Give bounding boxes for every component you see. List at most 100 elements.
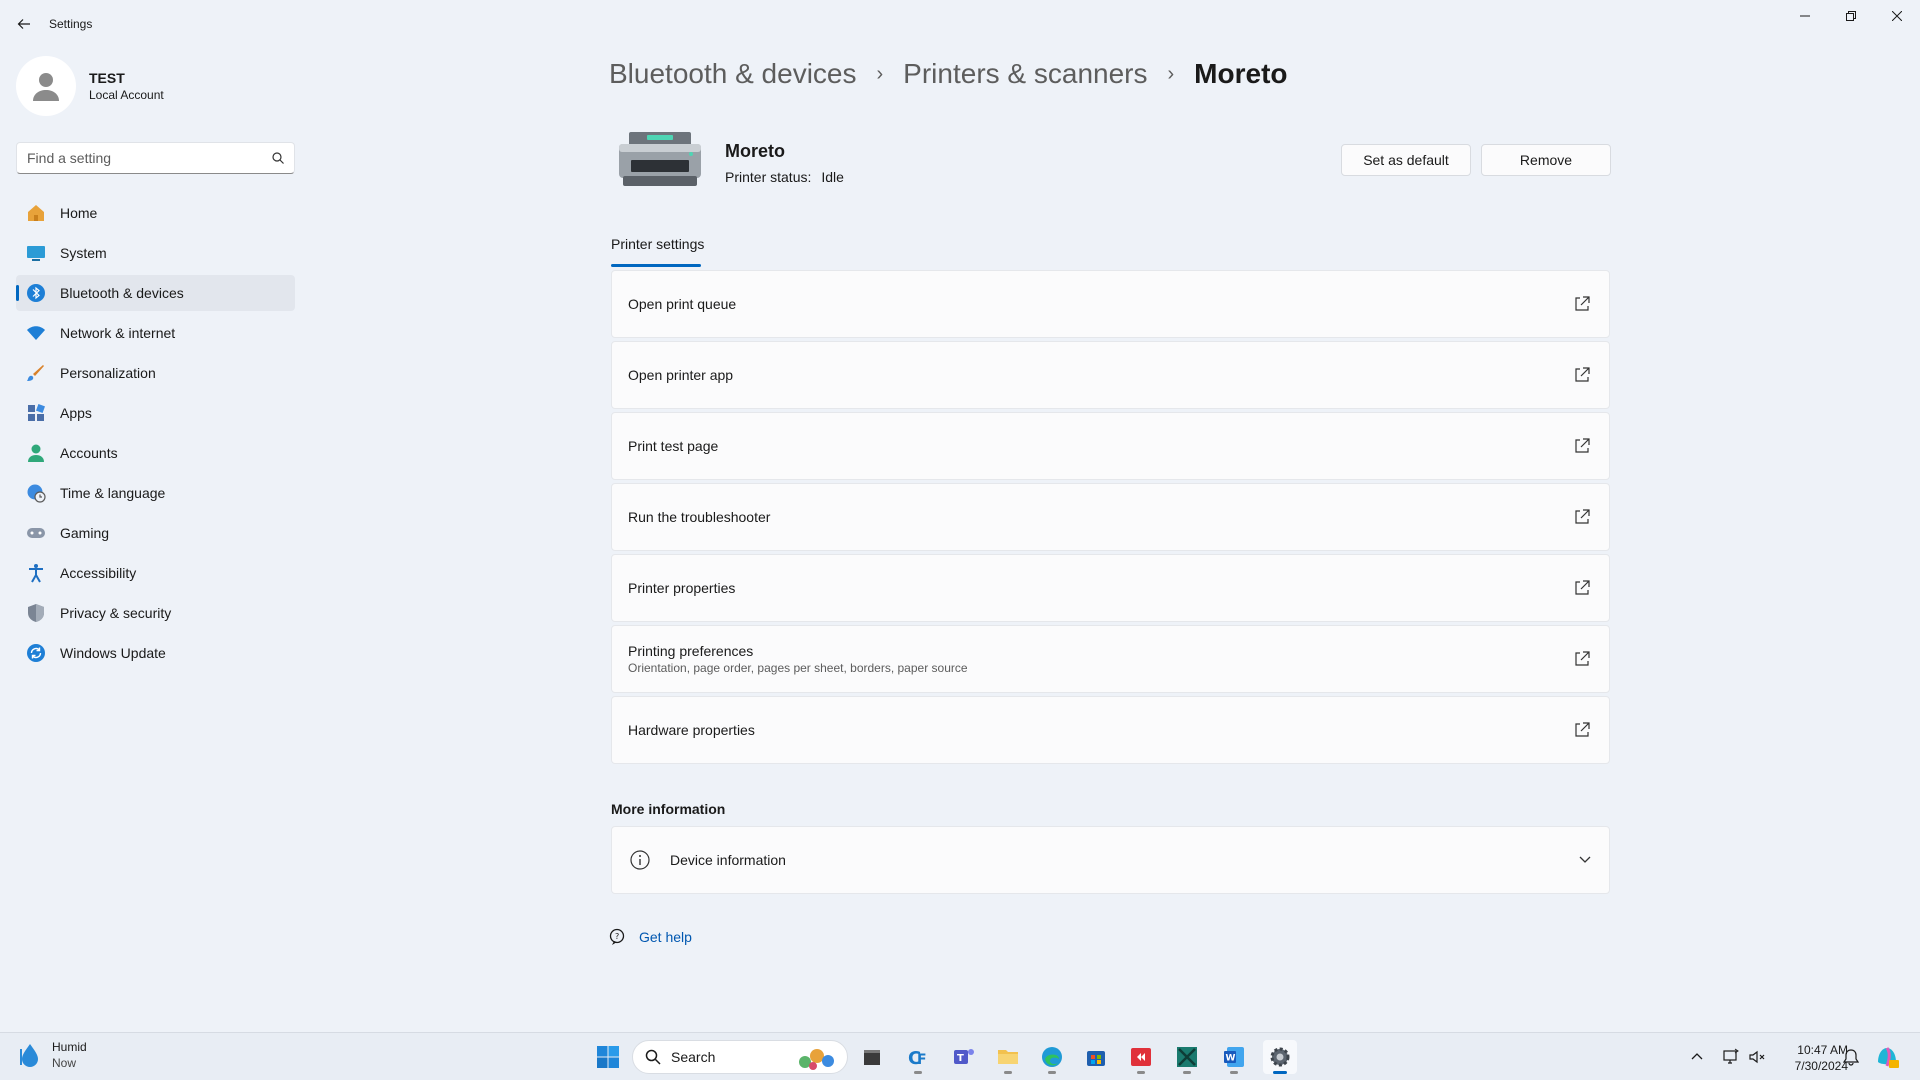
gear-icon (1270, 1047, 1290, 1067)
sidebar-item-gaming[interactable]: Gaming (16, 515, 295, 551)
taskbar-word-app[interactable]: W (1217, 1040, 1251, 1074)
breadcrumb-printers-scanners[interactable]: Printers & scanners (903, 58, 1147, 90)
taskbar-edge-app[interactable] (1035, 1040, 1069, 1074)
printer-properties-item[interactable]: Printer properties (611, 554, 1610, 622)
printer-status-value: Idle (821, 169, 844, 185)
store-icon (1087, 1051, 1105, 1066)
breadcrumb-bluetooth-devices[interactable]: Bluetooth & devices (609, 58, 857, 90)
close-button[interactable] (1874, 0, 1920, 32)
bluetooth-icon (26, 283, 46, 303)
card-label: Open print queue (628, 296, 737, 312)
avatar (16, 56, 76, 116)
taskbar-store-app[interactable] (1079, 1040, 1113, 1074)
chevron-down-icon (1579, 856, 1591, 863)
copilot-icon[interactable] (1874, 1044, 1900, 1070)
running-indicator (1004, 1071, 1012, 1074)
open-print-queue-item[interactable]: Open print queue (611, 270, 1610, 338)
person-icon (33, 73, 59, 101)
taskbar-settings-app[interactable] (1263, 1040, 1297, 1074)
set-as-default-button[interactable]: Set as default (1341, 144, 1471, 176)
terminal-icon (1177, 1047, 1197, 1067)
sidebar-item-accounts[interactable]: Accounts (16, 435, 295, 471)
sidebar-item-privacy-security[interactable]: Privacy & security (16, 595, 295, 631)
hardware-properties-item[interactable]: Hardware properties (611, 696, 1610, 764)
network-icon[interactable] (1722, 1048, 1740, 1066)
tab-printer-settings[interactable]: Printer settings (611, 236, 704, 252)
get-help-link[interactable]: Get help (639, 929, 692, 945)
open-external-icon (1575, 651, 1590, 666)
svg-text:T: T (957, 1053, 964, 1064)
search-icon (645, 1049, 661, 1065)
open-external-icon (1575, 296, 1590, 311)
card-label: Printer properties (628, 580, 736, 596)
print-test-page-item[interactable]: Print test page (611, 412, 1610, 480)
restore-button[interactable] (1828, 0, 1874, 32)
page-title: Moreto (1194, 58, 1288, 89)
sidebar-item-label: System (60, 245, 107, 261)
speaker-muted-icon[interactable] (1748, 1048, 1766, 1066)
notification-bell-icon[interactable] (1843, 1048, 1859, 1066)
sidebar-item-time-language[interactable]: Time & language (16, 475, 295, 511)
running-indicator (1230, 1071, 1238, 1074)
taskbar: Humid Now Search CF T W 10:47 AM 7/30/20… (0, 1032, 1920, 1080)
search-icon[interactable] (272, 152, 284, 164)
account-type: Local Account (89, 88, 164, 102)
info-icon (630, 850, 650, 870)
sidebar-item-accessibility[interactable]: Accessibility (16, 555, 295, 591)
weather-label: Humid (52, 1040, 87, 1054)
sidebar-item-label: Apps (60, 405, 92, 421)
taskbar-search[interactable]: Search (632, 1040, 848, 1074)
sidebar-item-system[interactable]: System (16, 235, 295, 271)
search-highlight-icon (799, 1049, 834, 1070)
edge-icon (1042, 1047, 1062, 1067)
printer-status: Printer status: Idle (725, 169, 844, 185)
profile-name: TEST (89, 70, 125, 86)
sidebar-item-home[interactable]: Home (16, 195, 295, 231)
running-indicator (1183, 1071, 1191, 1074)
card-label: Open printer app (628, 367, 734, 383)
taskbar-remote-app[interactable] (1124, 1040, 1158, 1074)
taskbar-file-app[interactable] (855, 1040, 889, 1074)
remove-button[interactable]: Remove (1481, 144, 1611, 176)
printer-name: Moreto (725, 141, 785, 161)
printer-header: Moreto Printer status: Idle Set as defaul… (609, 124, 1611, 194)
user-profile[interactable]: TEST Local Account (16, 56, 164, 116)
clock-date: 7/30/2024 (1794, 1059, 1848, 1073)
device-information-expander[interactable]: Device information (611, 826, 1610, 894)
weather-widget[interactable]: Humid Now (16, 1039, 87, 1071)
printing-preferences-item[interactable]: Printing preferences Orientation, page o… (611, 625, 1610, 693)
card-label: Printing preferences (628, 643, 754, 659)
remote-app-icon (1131, 1048, 1151, 1066)
sidebar-item-personalization[interactable]: Personalization (16, 355, 295, 391)
chevron-up-icon[interactable] (1690, 1050, 1704, 1064)
sidebar-item-apps[interactable]: Apps (16, 395, 295, 431)
open-printer-app-item[interactable]: Open printer app (611, 341, 1610, 409)
windows-icon (597, 1046, 619, 1068)
sidebar-item-bluetooth-devices[interactable]: Bluetooth & devices (16, 275, 295, 311)
active-indicator (1273, 1071, 1287, 1074)
running-indicator (914, 1071, 922, 1074)
taskbar-terminal-app[interactable] (1170, 1040, 1204, 1074)
sidebar-item-label: Time & language (60, 485, 166, 501)
globe-clock-icon (26, 483, 46, 503)
printer-icon (619, 132, 701, 186)
back-button[interactable] (10, 10, 38, 38)
teams-icon: T (954, 1049, 974, 1064)
sidebar-item-label: Network & internet (60, 325, 176, 341)
open-external-icon (1575, 580, 1590, 595)
sidebar-item-network[interactable]: Network & internet (16, 315, 295, 351)
window-controls (1782, 0, 1920, 32)
settings-search-box[interactable] (16, 142, 295, 174)
minimize-button[interactable] (1782, 0, 1828, 32)
taskbar-gitkraken-app[interactable]: CF (901, 1040, 935, 1074)
start-button[interactable] (592, 1041, 624, 1073)
open-external-icon (1575, 509, 1590, 524)
search-input[interactable] (27, 150, 272, 166)
device-information-label: Device information (670, 852, 786, 868)
taskbar-file-explorer-app[interactable] (991, 1040, 1025, 1074)
taskbar-clock[interactable]: 10:47 AM 7/30/2024 (1772, 1042, 1848, 1074)
open-external-icon (1575, 438, 1590, 453)
run-troubleshooter-item[interactable]: Run the troubleshooter (611, 483, 1610, 551)
sidebar-item-windows-update[interactable]: Windows Update (16, 635, 295, 671)
taskbar-teams-app[interactable]: T (947, 1040, 981, 1074)
